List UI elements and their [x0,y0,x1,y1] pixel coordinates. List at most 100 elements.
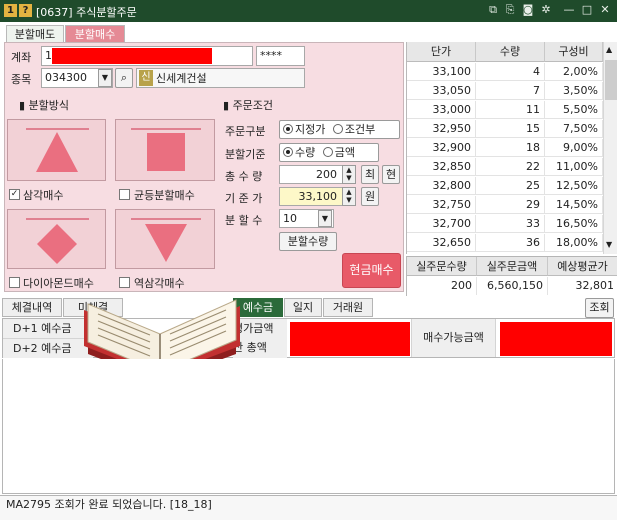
grid-cell-qty: 7 [476,82,545,100]
qty-spinner[interactable]: ▲ ▼ [342,165,356,184]
equal-split-checkbox[interactable] [119,189,130,200]
diamond-buy-button[interactable] [7,209,106,269]
table-row[interactable]: 33,100 4 2,00% [407,63,603,81]
cash-buy-button[interactable]: 현금매수 [342,253,401,288]
table-row[interactable]: 32,650 36 18,00% [407,234,603,252]
summary-header-amount: 실주문금액 [477,257,548,276]
table-row[interactable]: 32,900 18 9,00% [407,139,603,157]
help-icon[interactable]: ? [19,4,32,17]
grid-cell-price: 32,700 [407,215,476,233]
minimize-icon[interactable]: — [562,3,576,17]
table-row[interactable]: 32,700 33 16,50% [407,215,603,233]
order-type-group[interactable]: 지정가 조건부 [279,120,400,139]
link-icon[interactable]: ⎘ [503,3,517,17]
grid-cell-price: 32,750 [407,196,476,214]
grid-cell-price: 33,050 [407,82,476,100]
grid-cell-price: 33,100 [407,63,476,81]
table-row[interactable]: 32,750 29 14,50% [407,196,603,214]
camera-icon[interactable]: ◙ [521,3,535,17]
summary-amount: 6,560,150 [477,277,548,295]
scroll-down-icon[interactable]: ▼ [606,240,612,249]
grid-cell-price: 32,650 [407,234,476,252]
inverse-triangle-button[interactable] [115,209,215,269]
grid-cell-qty: 11 [476,101,545,119]
grid-cell-qty: 22 [476,158,545,176]
split-method-header: ▮ 분할방식 [19,99,70,112]
grid-cell-price: 33,000 [407,101,476,119]
summary-table: 실주문수량 실주문금액 예상평균가 200 6,560,150 32,801 [406,256,617,296]
grid-cell-qty: 15 [476,120,545,138]
account-field[interactable]: 1 [41,46,253,66]
chevron-down-icon[interactable]: ▼ [318,210,332,227]
triangle-buy-button[interactable] [7,119,106,181]
grid-cell-price: 32,850 [407,158,476,176]
chevron-down-icon[interactable]: ▼ [98,69,112,87]
won-button[interactable]: 원 [361,187,379,206]
split-basis-group[interactable]: 수량 금액 [279,143,379,162]
password-field[interactable]: **** [256,46,305,66]
summary-header-qty: 실주문수량 [407,257,477,276]
credit-tag: 신 [139,70,153,86]
stock-name: 신세계건설 [156,72,207,85]
order-cond-header: ▮ 주문조건 [223,99,274,112]
redacted-eval-amount [290,322,410,356]
scroll-thumb[interactable] [605,60,617,100]
grid-cell-price: 32,900 [407,139,476,157]
restore-icon[interactable]: ⧉ [486,3,500,17]
base-price-input[interactable]: 33,100 [279,187,343,206]
inverse-triangle-checkbox[interactable] [119,277,130,288]
diamond-buy-checkbox[interactable] [9,277,20,288]
grid-cell-ratio: 12,50% [545,177,603,195]
radio-quantity[interactable] [283,147,293,157]
current-qty-button[interactable]: 현 [382,165,400,184]
split-qty-button[interactable]: 분할수량 [279,232,337,251]
redacted-buyable-amount [500,322,612,356]
query-button[interactable]: 조회 [585,298,614,318]
account-label: 계좌 [11,51,32,64]
radio-conditional[interactable] [332,124,343,134]
maximize-icon[interactable]: □ [580,3,594,17]
table-row[interactable]: 33,000 11 5,50% [407,101,603,119]
table-row[interactable]: 32,850 22 11,00% [407,158,603,176]
grid-cell-ratio: 5,50% [545,101,603,119]
triangle-buy-checkbox[interactable]: ✓ [9,189,20,200]
tab-split-sell[interactable]: 분할매도 [6,25,64,43]
stock-name-field: 신 신세계건설 [136,68,305,88]
order-type-label: 주문구분 [225,125,266,138]
grid-cell-ratio: 3,50% [545,82,603,100]
grid-cell-qty: 25 [476,177,545,195]
close-icon[interactable]: ✕ [598,3,612,17]
table-row[interactable]: 32,950 15 7,50% [407,120,603,138]
inverse-triangle-icon [131,218,201,262]
price-spinner[interactable]: ▲ ▼ [342,187,356,206]
tab-broker[interactable]: 거래원 [323,298,373,317]
grid-cell-qty: 4 [476,63,545,81]
square-icon [131,128,201,171]
table-row[interactable]: 32,800 25 12,50% [407,177,603,195]
equal-split-button[interactable] [115,119,215,181]
settings-icon[interactable]: ✲ [539,3,553,17]
grid-cell-ratio: 14,50% [545,196,603,214]
base-price-label: 기 준 가 [225,192,263,205]
window-number-badge[interactable]: 1 [4,4,17,17]
search-icon[interactable]: ⌕ [115,68,133,88]
empty-content-area [2,359,615,494]
grid-cell-ratio: 16,50% [545,215,603,233]
grid-header-qty: 수량 [476,42,545,62]
scroll-up-icon[interactable]: ▲ [606,45,612,54]
grid-scrollbar[interactable]: ▲ ▼ [603,42,617,254]
diamond-icon [26,218,89,264]
tab-executions[interactable]: 체결내역 [2,298,62,317]
total-qty-input[interactable]: 200 [279,165,343,184]
table-row[interactable]: 33,050 7 3,50% [407,82,603,100]
status-bar: MA2795 조회가 완료 되었습니다. [18_18] [0,495,617,520]
grid-cell-ratio: 7,50% [545,120,603,138]
radio-limit[interactable] [283,124,293,134]
grid-cell-ratio: 11,00% [545,158,603,176]
radio-amount[interactable] [322,147,333,157]
split-basis-label: 분할기준 [225,148,266,161]
tab-journal[interactable]: 일지 [284,298,322,317]
triangle-buy-label: 삼각매수 [23,189,64,202]
tab-split-buy[interactable]: 분할매수 [65,25,125,43]
max-qty-button[interactable]: 최 [361,165,379,184]
